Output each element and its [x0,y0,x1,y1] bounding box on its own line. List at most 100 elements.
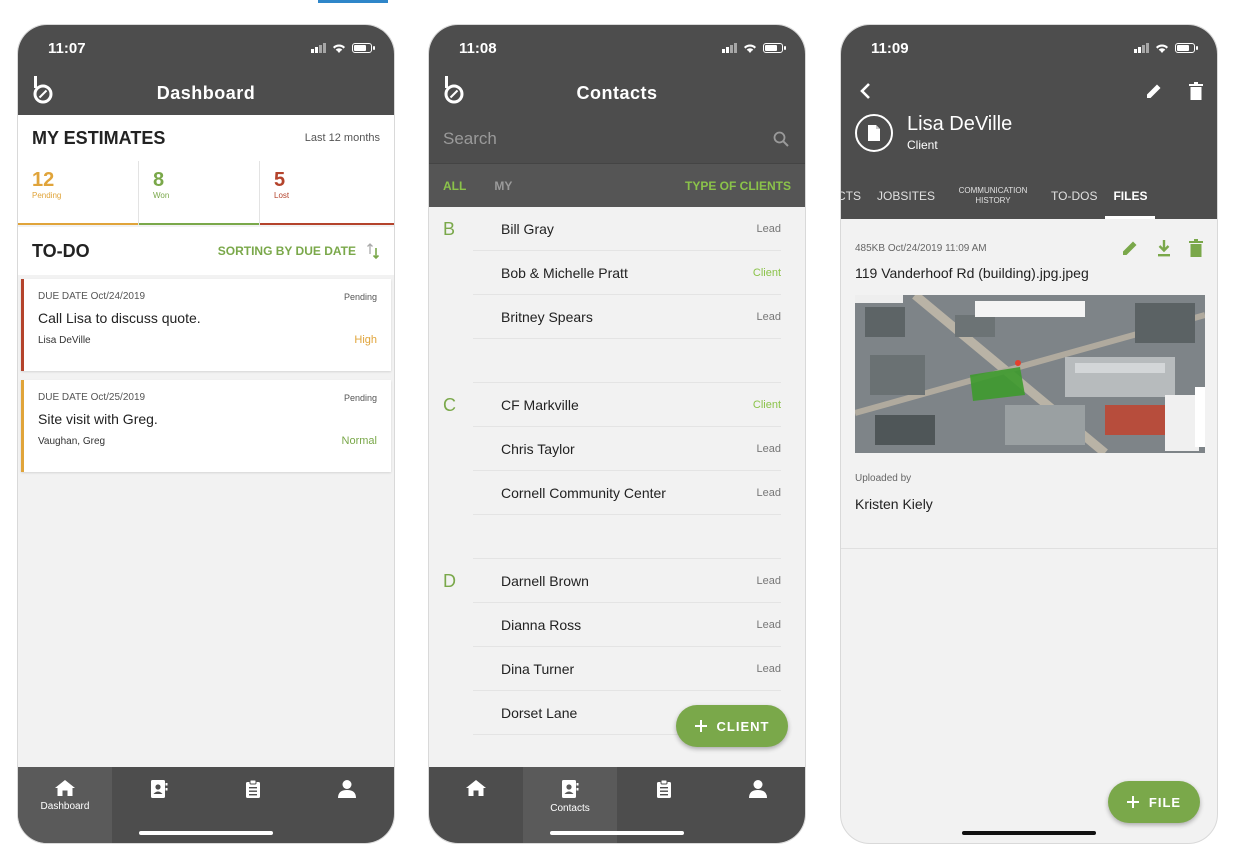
status-bar: 11:07 [18,25,394,71]
todo-due-date: DUE DATE Oct/25/2019 [38,392,146,403]
contact-row[interactable]: Cornell Community Center Lead [473,471,781,515]
status-time: 11:09 [871,39,909,57]
signal-icon [722,43,737,53]
todo-due-date: DUE DATE Oct/24/2019 [38,291,146,302]
todo-text: Call Lisa to discuss quote. [38,310,201,326]
detail-tabs: CTS JOBSITES COMMUNICATION HISTORY TO-DO… [841,173,1217,219]
contact-type: Lead [756,222,781,235]
tab-contacts[interactable]: CTS [841,173,869,219]
contact-row[interactable]: Dianna Ross Lead [473,603,781,647]
todo-item[interactable]: DUE DATE Oct/25/2019 Pending Site visit … [21,380,391,472]
user-icon [749,780,767,798]
uploaded-by-label: Uploaded by [855,473,912,484]
file-meta: 485KB Oct/24/2019 11:09 AM [855,243,987,254]
add-file-button[interactable]: FILE [1108,781,1200,823]
trash-icon[interactable] [1189,239,1203,257]
tab-communication-history[interactable]: COMMUNICATION HISTORY [943,173,1043,219]
contact-header: Lisa DeVille Client CTS JOBSITES COMMUNI… [841,71,1217,219]
edit-pencil-icon[interactable] [1121,239,1139,257]
contact-name: Dina Turner [501,660,575,677]
contact-name: Lisa DeVille [907,113,1013,135]
contact-row[interactable]: Bill Gray Lead [473,207,781,251]
edit-pencil-icon[interactable] [1145,82,1163,100]
document-icon [868,124,880,141]
home-icon [55,780,75,796]
contact-name: Cornell Community Center [501,484,666,501]
status-icons [311,43,375,54]
tab-profile[interactable] [300,767,394,843]
search-icon[interactable] [773,131,789,147]
contact-row[interactable]: Britney Spears Lead [473,295,781,339]
filter-all[interactable]: ALL [443,179,466,193]
tab-files[interactable]: FILES [1105,173,1156,219]
stat-label: Won [153,191,170,200]
contact-name: Dorset Lane [501,704,578,721]
search-input[interactable] [443,129,743,149]
file-preview-image[interactable] [855,295,1205,453]
file-card: 485KB Oct/24/2019 11:09 AM 119 Vanderhoo… [841,219,1217,549]
contact-type: Client [752,398,781,411]
filter-type-of-clients[interactable]: TYPE OF CLIENTS [685,179,791,193]
contact-type: Lead [756,442,781,455]
todo-text: Site visit with Greg. [38,411,158,427]
contact-name: Darnell Brown [501,572,589,589]
contacts-list: B Bill Gray Lead Bob & Michelle Pratt Clie… [429,207,805,735]
brand-logo-icon[interactable] [32,75,54,105]
contact-name: Dianna Ross [501,616,582,633]
contact-avatar [855,113,893,152]
tab-profile[interactable] [711,767,805,843]
stat-pending[interactable]: 12 Pending [18,161,138,225]
contact-role: Client [907,138,938,152]
contact-type: Lead [756,662,781,675]
back-chevron-icon[interactable] [859,82,871,100]
sort-button[interactable]: SORTING BY DUE DATE [218,242,380,260]
tab-dashboard[interactable] [429,767,523,843]
todo-item[interactable]: DUE DATE Oct/24/2019 Pending Call Lisa t… [21,279,391,371]
clipboard-icon [246,779,260,798]
estimates-range[interactable]: Last 12 months [305,132,380,144]
bottom-tab-bar: Dashboard [18,767,394,843]
wifi-icon [333,44,345,53]
contacts-book-icon [151,780,168,798]
contact-row[interactable]: CF Markville Client [473,383,781,427]
trash-icon[interactable] [1189,82,1203,100]
status-time: 11:07 [48,39,86,57]
filter-bar: ALL MY TYPE OF CLIENTS [429,163,805,207]
contact-group-b: B Bill Gray Lead Bob & Michelle Pratt Clie… [429,207,805,383]
contact-row[interactable]: Darnell Brown Lead [473,559,781,603]
tab-jobsites[interactable]: JOBSITES [869,173,943,219]
contact-type: Client [752,266,781,279]
stat-bar [260,223,394,225]
brand-logo-icon[interactable] [443,75,465,105]
add-client-button[interactable]: CLIENT [676,705,788,747]
stat-bar [18,223,138,225]
signal-icon [311,43,326,53]
tab-to-dos[interactable]: TO-DOS [1043,173,1105,219]
sort-label: SORTING BY DUE DATE [217,244,356,258]
stat-value: 8 [153,169,165,191]
stat-won[interactable]: 8 Won [138,161,259,225]
tab-dashboard[interactable]: Dashboard [18,767,112,843]
download-icon[interactable] [1157,239,1171,257]
plus-icon [1126,796,1139,808]
file-name: 119 Vanderhoof Rd (building).jpg.jpeg [855,265,1089,281]
contact-row[interactable]: Dina Turner Lead [473,647,781,691]
group-letter: B [443,219,456,239]
contact-type: Lead [756,310,781,323]
signal-icon [1134,43,1149,53]
contact-name: Britney Spears [501,308,593,325]
contact-row[interactable]: Bob & Michelle Pratt Client [473,251,781,295]
stat-bar [139,223,259,225]
user-icon [338,780,356,798]
wifi-icon [744,44,756,53]
filter-my[interactable]: MY [494,179,512,193]
estimates-card: MY ESTIMATES Last 12 months 12 Pending 8… [18,115,394,225]
plus-icon [694,720,707,732]
home-indicator [962,831,1096,835]
estimates-title: MY ESTIMATES [32,127,166,148]
stat-lost[interactable]: 5 Lost [259,161,394,225]
contact-name: Bill Gray [501,220,554,237]
contact-row[interactable]: Chris Taylor Lead [473,427,781,471]
stat-value: 12 [32,169,55,191]
contact-group-c: C CF Markville Client Chris Taylor Lead Co… [429,383,805,559]
